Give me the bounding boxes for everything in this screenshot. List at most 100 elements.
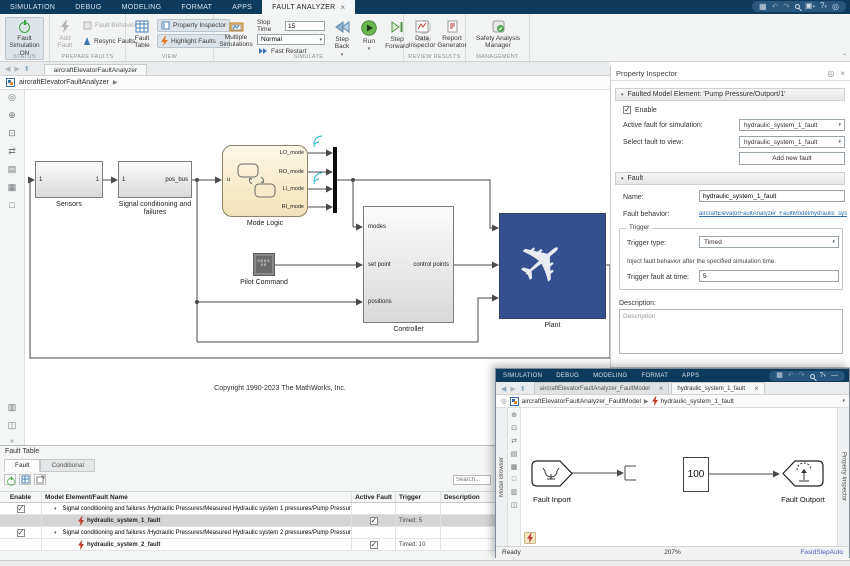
tab-apps[interactable]: APPS bbox=[222, 0, 262, 14]
trigger-type-select[interactable]: Timed bbox=[699, 236, 839, 248]
undo-icon[interactable]: ↶ bbox=[772, 2, 779, 12]
help-icon[interactable]: ?▾ bbox=[820, 1, 827, 12]
col-enable[interactable]: Enable bbox=[0, 492, 42, 502]
screenshot-icon[interactable]: ▣▾ bbox=[805, 1, 815, 12]
stop-time-input[interactable] bbox=[285, 21, 325, 31]
col-active[interactable]: Active Fault bbox=[352, 492, 396, 502]
viewmarks-icon[interactable]: ▥ bbox=[8, 402, 17, 413]
fw-tab-simulation[interactable]: SIMULATION bbox=[496, 373, 549, 379]
collapse-ribbon-icon[interactable]: ⌃ bbox=[842, 53, 847, 60]
variant-icon[interactable]: ◫ bbox=[511, 501, 518, 509]
table-row[interactable]: hydraulic_system_2_fault Timed: 10 bbox=[0, 539, 495, 551]
pin-icon[interactable]: ◎ bbox=[827, 69, 834, 78]
reroute-icon[interactable]: ⇄ bbox=[511, 437, 517, 445]
tab-simulation[interactable]: SIMULATION bbox=[0, 0, 65, 14]
hide-browser-icon[interactable]: ◎ bbox=[8, 92, 16, 103]
annotation-icon[interactable]: ▤ bbox=[8, 164, 17, 175]
property-inspector-strip[interactable]: Property Inspector bbox=[837, 408, 849, 546]
close-icon[interactable]: × bbox=[341, 3, 346, 12]
faulted-element-section[interactable]: Faulted Model Element: 'Pump Pressure/Ou… bbox=[615, 88, 845, 101]
fault-section[interactable]: Fault bbox=[615, 172, 845, 185]
pilot-command-block[interactable]: 0000 00 bbox=[253, 253, 275, 276]
nav-up-icon[interactable]: ⬆ bbox=[520, 385, 526, 393]
subsystem-icon[interactable]: ▦ bbox=[8, 182, 17, 193]
viewmarks-icon[interactable]: ▥ bbox=[511, 488, 518, 496]
doc-tab-model[interactable]: aircraftElevatorFaultAnalyzer bbox=[44, 64, 147, 75]
run-button[interactable]: Run ▾ bbox=[359, 17, 379, 56]
fault-search-input[interactable] bbox=[453, 475, 491, 485]
collapse-icon[interactable]: ▾ bbox=[54, 530, 57, 536]
fw-breadcrumb-fault[interactable]: hydraulic_system_1_fault bbox=[661, 398, 734, 405]
select-fault-select[interactable]: hydraulic_system_1_fault bbox=[739, 136, 845, 148]
redo-icon[interactable]: ↷ bbox=[783, 2, 790, 12]
signal-conditioning-block[interactable]: 1 pos_bus bbox=[118, 161, 192, 198]
active-fault-checkbox[interactable] bbox=[370, 541, 378, 549]
multiple-simulations-button[interactable]: Multiple Simulations bbox=[219, 17, 253, 52]
constant-block[interactable]: 100 bbox=[683, 457, 709, 492]
fault-badge[interactable] bbox=[524, 532, 536, 544]
fault-name-input[interactable] bbox=[699, 190, 845, 202]
col-description[interactable]: Description bbox=[441, 492, 495, 502]
sensors-block[interactable]: 1 1 bbox=[35, 161, 103, 198]
fit-view-icon[interactable]: ⊡ bbox=[8, 128, 16, 139]
export-icon[interactable] bbox=[34, 474, 46, 485]
annotation-icon[interactable]: ▤ bbox=[511, 450, 518, 458]
conditional-tab[interactable]: Conditional bbox=[40, 459, 95, 472]
tab-fault-analyzer[interactable]: FAULT ANALYZER× bbox=[262, 0, 355, 14]
fw-doc-tab-fault[interactable]: hydraulic_system_1_fault× bbox=[671, 382, 764, 394]
table-row[interactable]: ▾Signal conditioning and failures /Hydra… bbox=[0, 527, 495, 539]
fw-tab-modeling[interactable]: MODELING bbox=[586, 373, 634, 379]
nav-back-icon[interactable]: ◀ bbox=[501, 385, 506, 393]
reroute-icon[interactable]: ⇄ bbox=[8, 146, 16, 157]
data-inspector-button[interactable]: Data Inspector bbox=[409, 17, 435, 53]
nav-up-icon[interactable]: ⬆ bbox=[24, 65, 30, 73]
fault-behavior-link[interactable]: aircraftElevatorFaultAnalyzer_FaultModel… bbox=[699, 211, 847, 217]
fw-tab-format[interactable]: FORMAT bbox=[634, 373, 675, 379]
fw-doc-tab-model[interactable]: aircraftElevatorFaultAnalyzer_FaultModel… bbox=[534, 382, 670, 394]
enable-fault-sim-icon[interactable] bbox=[4, 474, 16, 485]
breadcrumb-model[interactable]: aircraftElevatorFaultAnalyzer bbox=[19, 79, 109, 86]
report-generator-button[interactable]: Report Generator bbox=[439, 17, 465, 53]
nav-back-icon[interactable]: ◀ bbox=[5, 65, 10, 73]
account-icon[interactable]: ◎ bbox=[832, 2, 839, 12]
fw-breadcrumb-model[interactable]: aircraftElevatorFaultAnalyzer_FaultModel bbox=[522, 398, 641, 405]
search-icon[interactable] bbox=[810, 374, 815, 379]
col-trigger[interactable]: Trigger bbox=[396, 492, 441, 502]
add-new-fault-button[interactable]: Add new fault bbox=[739, 152, 845, 165]
variant-icon[interactable]: ◫ bbox=[8, 420, 17, 431]
nav-forward-icon[interactable]: ▶ bbox=[510, 385, 515, 393]
row-enable-checkbox[interactable] bbox=[17, 505, 25, 513]
collapse-icon[interactable]: ▾ bbox=[54, 506, 57, 512]
save-icon[interactable]: ▦ bbox=[776, 371, 783, 381]
tab-debug[interactable]: DEBUG bbox=[65, 0, 111, 14]
plant-block[interactable]: ✈ bbox=[499, 213, 606, 319]
row-enable-checkbox[interactable] bbox=[17, 529, 25, 537]
col-name[interactable]: Model Element/Fault Name bbox=[42, 492, 352, 502]
fit-view-icon[interactable]: ⊡ bbox=[511, 424, 517, 432]
table-row-selected[interactable]: hydraulic_system_1_fault Timed: 5 bbox=[0, 515, 495, 527]
more-tools-icon[interactable]: » bbox=[10, 438, 14, 445]
breadcrumb-chevron-icon[interactable]: ▶ bbox=[113, 79, 118, 86]
help-icon[interactable]: ?▾ bbox=[820, 371, 826, 381]
enable-checkbox[interactable] bbox=[623, 106, 631, 114]
minimize-icon[interactable]: — bbox=[831, 371, 838, 381]
zoom-icon[interactable]: ⊕ bbox=[511, 411, 517, 419]
nav-forward-icon[interactable]: ▶ bbox=[14, 65, 19, 73]
search-icon[interactable] bbox=[795, 4, 800, 9]
model-browser-strip[interactable]: Model Browser bbox=[496, 408, 508, 546]
tab-format[interactable]: FORMAT bbox=[171, 0, 222, 14]
close-icon[interactable]: × bbox=[754, 384, 759, 393]
fault-tab[interactable]: Fault bbox=[4, 459, 40, 472]
trigger-time-input[interactable] bbox=[699, 270, 839, 282]
table-view-icon[interactable] bbox=[19, 474, 31, 485]
mux-block[interactable] bbox=[333, 147, 337, 213]
safety-analysis-manager-button[interactable]: Safety Analysis Manager bbox=[471, 17, 525, 53]
fault-model-canvas[interactable]: 100 Fault Inport Fault Outport bbox=[521, 408, 839, 546]
close-icon[interactable]: × bbox=[659, 384, 664, 393]
fw-tab-debug[interactable]: DEBUG bbox=[549, 373, 586, 379]
mode-logic-block[interactable]: u LO_mode RO_mode LI_mode RI_mode bbox=[222, 145, 308, 217]
fault-table-button[interactable]: Fault Table bbox=[131, 17, 153, 53]
hide-browser-icon[interactable]: ◎ bbox=[501, 397, 507, 405]
area-icon[interactable]: □ bbox=[512, 476, 516, 483]
chevron-down-icon[interactable]: ▾ bbox=[842, 398, 845, 404]
